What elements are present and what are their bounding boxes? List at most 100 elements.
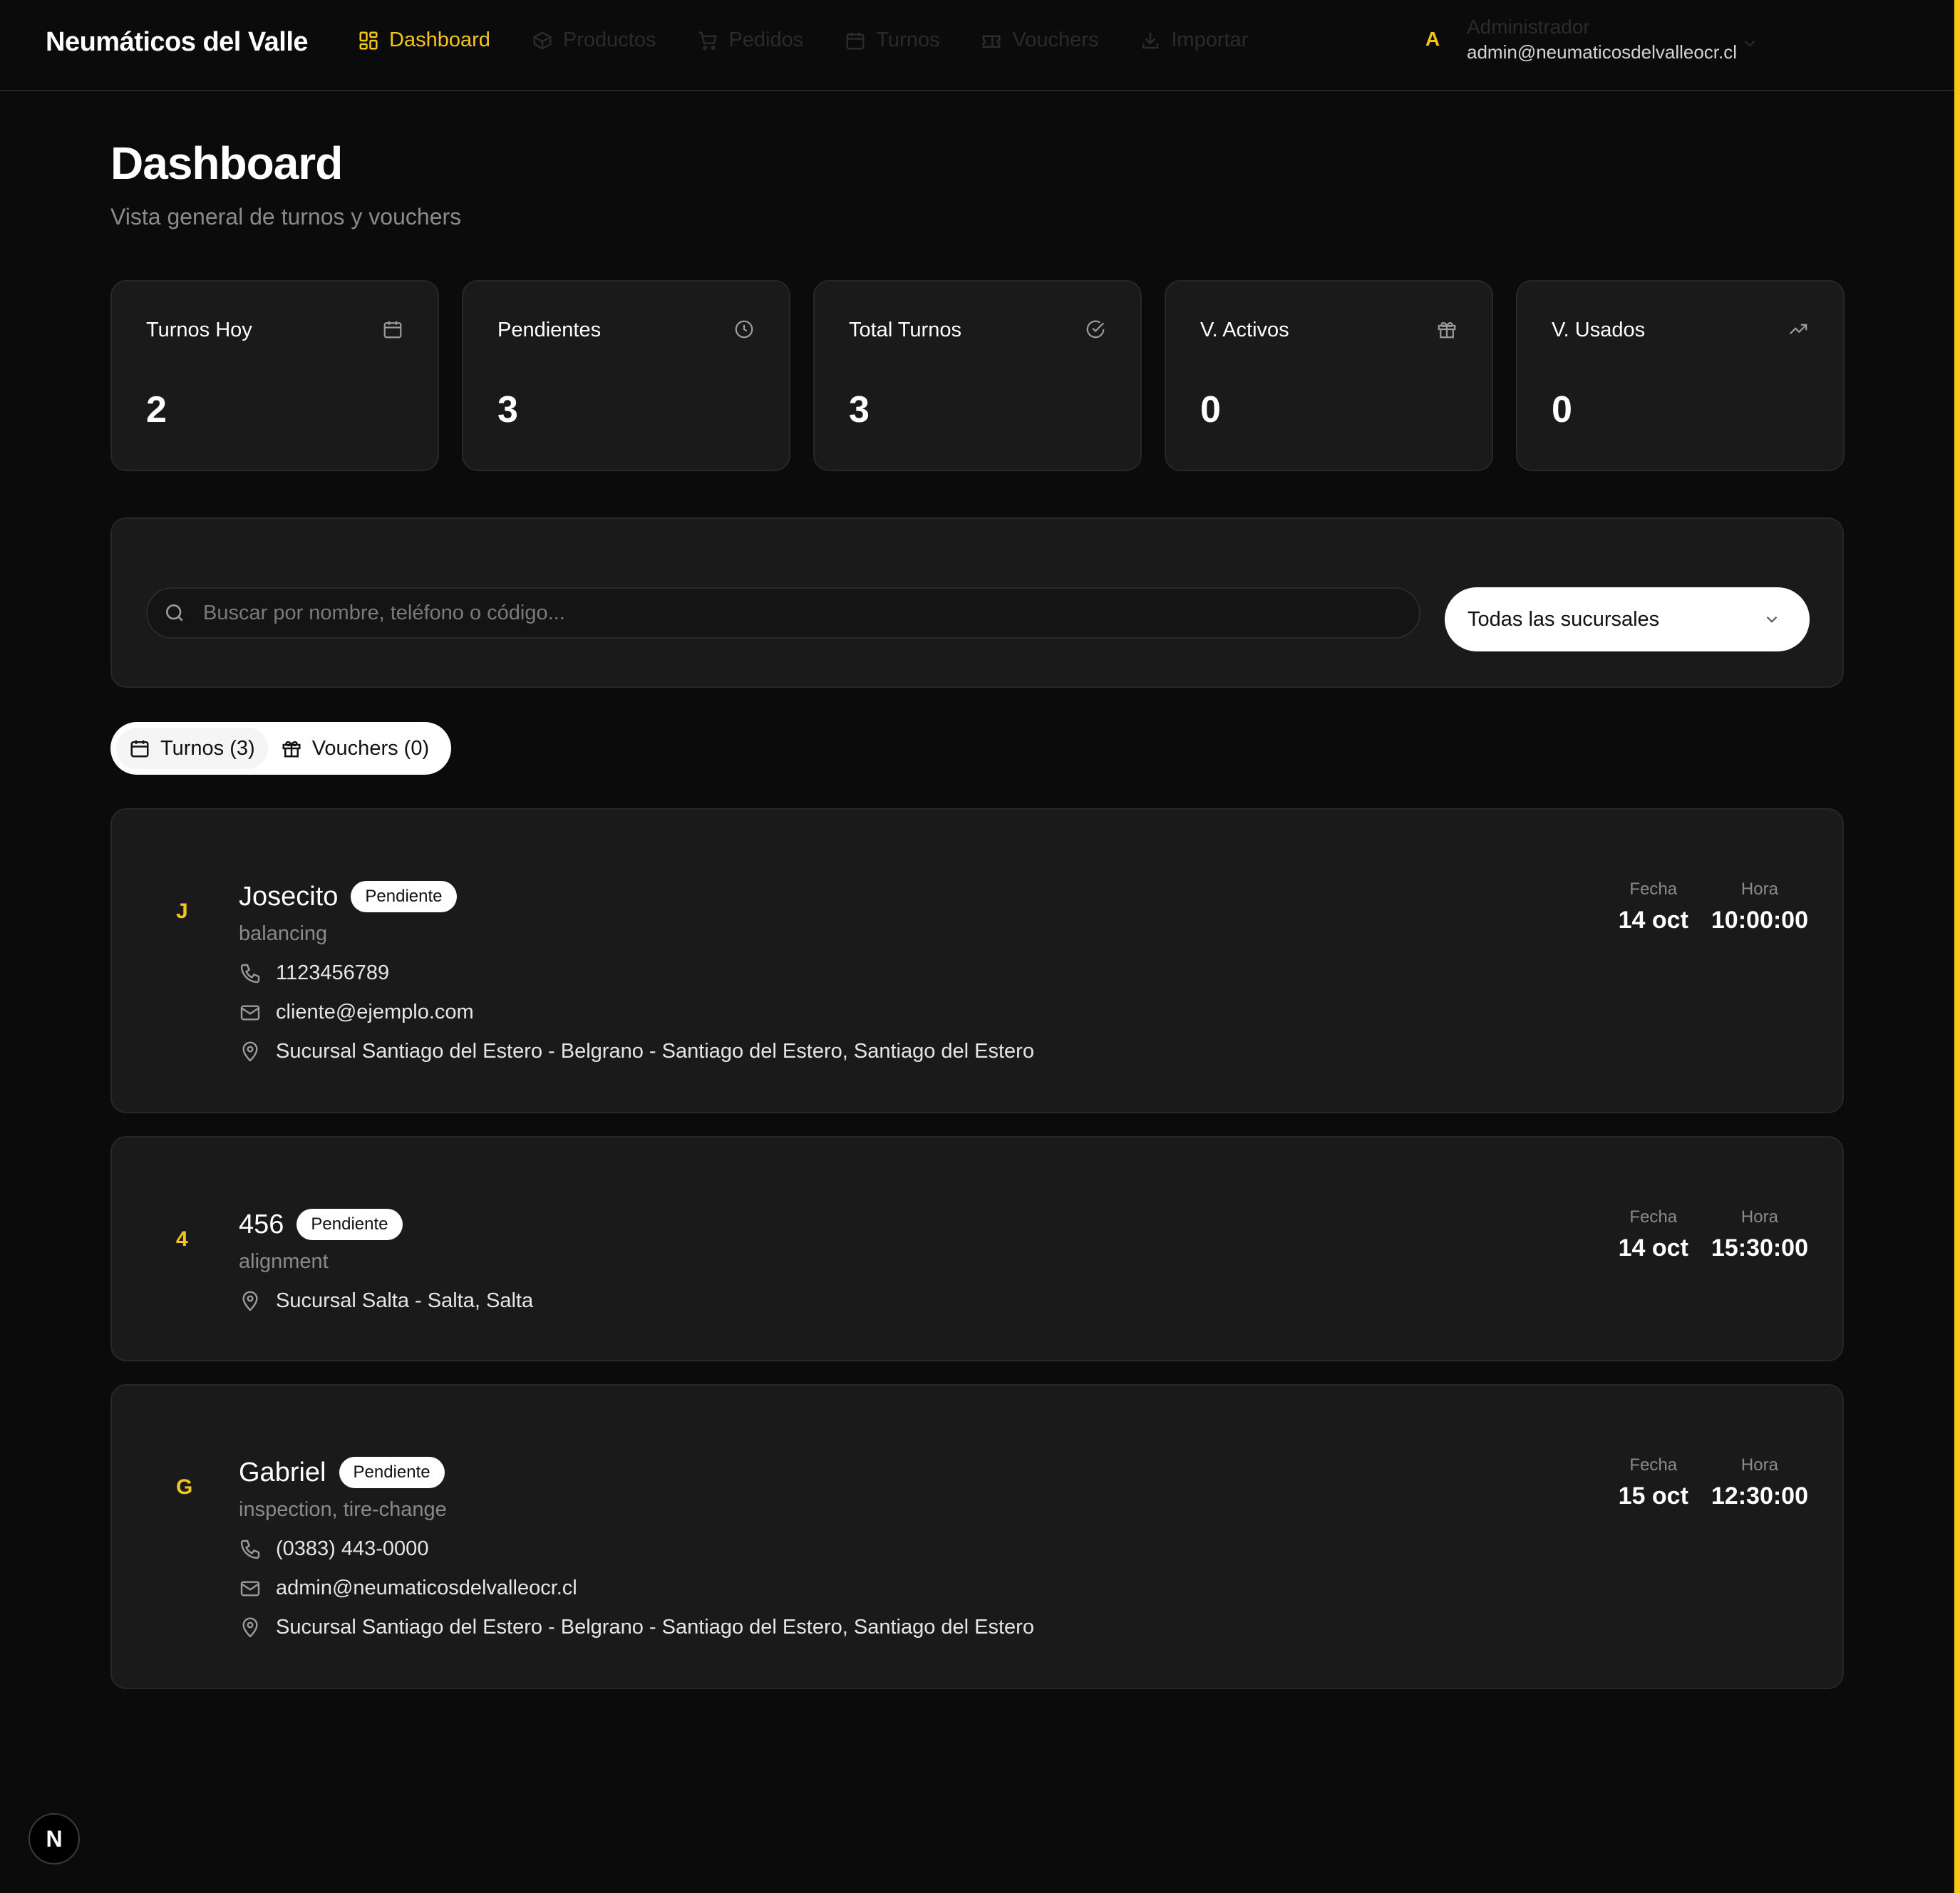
search-input[interactable] [203, 601, 1343, 625]
scrollbar[interactable] [1954, 0, 1960, 1893]
import-icon [1143, 32, 1159, 48]
chevron-down-icon [1744, 40, 1755, 47]
status-badge: Pendiente [339, 1457, 445, 1488]
user-info: Administrador admin@neumaticosdelvalleoc… [1467, 14, 1737, 64]
nav-item-productos[interactable]: Productos [532, 29, 656, 52]
customer-name: Gabriel [239, 1457, 326, 1487]
appointment-initial: G [176, 1475, 193, 1499]
location-row: Sucursal Santiago del Estero - Belgrano … [239, 1616, 1034, 1639]
appointment-header: Josecito Pendiente [239, 881, 1034, 912]
calendar-icon [383, 321, 402, 339]
date-col: Fecha 15 oct [1619, 1455, 1688, 1510]
search-box[interactable] [146, 587, 1420, 639]
chevron-down-icon [1766, 616, 1778, 623]
date-value: 14 oct [1618, 907, 1688, 934]
phone-row: (0383) 443-0000 [239, 1537, 1034, 1561]
nav-label-productos: Productos [562, 29, 656, 51]
nav-item-turnos[interactable]: Turnos [845, 29, 939, 52]
gift-icon [282, 741, 301, 758]
appointment-initial: J [176, 899, 188, 923]
date-value: 15 oct [1618, 1482, 1688, 1510]
appointment-list: J Josecito Pendiente balancing 112345678… [110, 808, 1844, 1712]
nav-item-pedidos[interactable]: Pedidos [697, 29, 803, 52]
stat-card-pendientes: Pendientes 3 [462, 280, 790, 471]
user-menu[interactable]: A Administrador admin@neumaticosdelvalle… [1413, 14, 1755, 64]
time-value: 12:30:00 [1711, 1482, 1808, 1510]
tab-label: Turnos (3) [160, 736, 255, 760]
nav-item-vouchers[interactable]: Vouchers [981, 29, 1098, 52]
time-col: Hora 15:30:00 [1711, 1207, 1808, 1262]
appointment-datetime: Fecha 15 oct Hora 12:30:00 [1619, 1455, 1808, 1510]
calendar-icon [130, 740, 149, 758]
cart-icon [698, 31, 718, 50]
appointment-body: Josecito Pendiente balancing 1123456789 … [239, 881, 1034, 1063]
dashboard-icon [359, 31, 378, 49]
stat-label: V. Activos [1200, 319, 1289, 341]
appointment-card[interactable]: J Josecito Pendiente balancing 112345678… [110, 808, 1844, 1113]
tab-vouchers[interactable]: Vouchers (0) [268, 728, 442, 769]
customer-name: Josecito [239, 881, 339, 912]
tab-list: Turnos (3) Vouchers (0) [110, 722, 451, 775]
customer-name: 456 [239, 1209, 284, 1239]
nav-item-importar[interactable]: Importar [1140, 29, 1248, 52]
mail-icon [240, 1580, 260, 1597]
box-icon [532, 31, 552, 50]
mail-icon [240, 1004, 260, 1021]
service-type: balancing [239, 922, 328, 945]
appointment-card[interactable]: G Gabriel Pendiente inspection, tire-cha… [110, 1384, 1844, 1689]
time-col: Hora 10:00:00 [1711, 880, 1808, 934]
stat-card-turnos-hoy: Turnos Hoy 2 [110, 280, 439, 471]
nav-label-pedidos: Pedidos [728, 29, 804, 51]
stats-row: Turnos Hoy 2 Pendientes 3 Total Turnos 3… [110, 280, 1845, 471]
appointment-card[interactable]: 4 456 Pendiente alignment Sucursal Salta… [110, 1136, 1844, 1361]
page-title: Dashboard [110, 138, 343, 189]
stat-card-vouchers-usados: V. Usados 0 [1516, 280, 1845, 471]
search-icon [166, 604, 183, 621]
phone-text: (0383) 443-0000 [276, 1537, 429, 1560]
phone-icon [240, 964, 260, 983]
top-navbar: Neumáticos del Valle Dashboard Productos… [0, 0, 1954, 91]
email-row: admin@neumaticosdelvalleocr.cl [239, 1577, 1034, 1600]
email-text: admin@neumaticosdelvalleocr.cl [276, 1577, 577, 1599]
brand-logo[interactable]: Neumáticos del Valle [46, 27, 309, 58]
map-pin-icon [242, 1041, 258, 1062]
appointment-initial: 4 [176, 1227, 188, 1251]
appointment-header: Gabriel Pendiente [239, 1457, 1034, 1488]
tab-turnos[interactable]: Turnos (3) [116, 728, 268, 769]
stat-card-total-turnos: Total Turnos 3 [813, 280, 1142, 471]
time-label: Hora [1740, 1207, 1778, 1227]
branch-select-value: Todas las sucursales [1468, 607, 1660, 631]
branch-select[interactable]: Todas las sucursales [1445, 587, 1810, 651]
location-row: Sucursal Santiago del Estero - Belgrano … [239, 1040, 1034, 1063]
nav-label-importar: Importar [1171, 29, 1249, 51]
stat-card-vouchers-activos: V. Activos 0 [1165, 280, 1493, 471]
check-circle-icon [1086, 320, 1105, 339]
date-label: Fecha [1629, 1455, 1678, 1475]
location-text: Sucursal Salta - Salta, Salta [276, 1289, 534, 1312]
stat-value: 0 [1200, 389, 1221, 430]
time-col: Hora 12:30:00 [1711, 1455, 1808, 1510]
time-value: 10:00:00 [1711, 907, 1808, 934]
nextjs-dev-badge[interactable]: N [29, 1813, 80, 1864]
clock-icon [735, 320, 753, 339]
location-text: Sucursal Santiago del Estero - Belgrano … [276, 1040, 1034, 1063]
phone-icon [240, 1539, 260, 1559]
nav-label-vouchers: Vouchers [1012, 29, 1099, 51]
nav-item-dashboard[interactable]: Dashboard [358, 29, 490, 52]
tab-label: Vouchers (0) [311, 736, 430, 760]
nav-label-turnos: Turnos [876, 29, 940, 51]
avatar: A [1425, 28, 1440, 50]
phone-text: 1123456789 [276, 961, 390, 984]
stat-value: 0 [1552, 389, 1572, 430]
stat-label: Total Turnos [849, 319, 961, 341]
stat-label: V. Usados [1552, 319, 1646, 341]
time-label: Hora [1740, 1455, 1778, 1475]
stat-value: 3 [497, 389, 518, 430]
service-type: alignment [239, 1250, 329, 1273]
appointment-header: 456 Pendiente [239, 1209, 533, 1240]
appointment-datetime: Fecha 14 oct Hora 15:30:00 [1619, 1207, 1808, 1262]
status-badge: Pendiente [351, 881, 457, 912]
ticket-icon [982, 35, 1001, 48]
appointment-body: Gabriel Pendiente inspection, tire-chang… [239, 1457, 1034, 1639]
appointment-body: 456 Pendiente alignment Sucursal Salta -… [239, 1209, 533, 1313]
